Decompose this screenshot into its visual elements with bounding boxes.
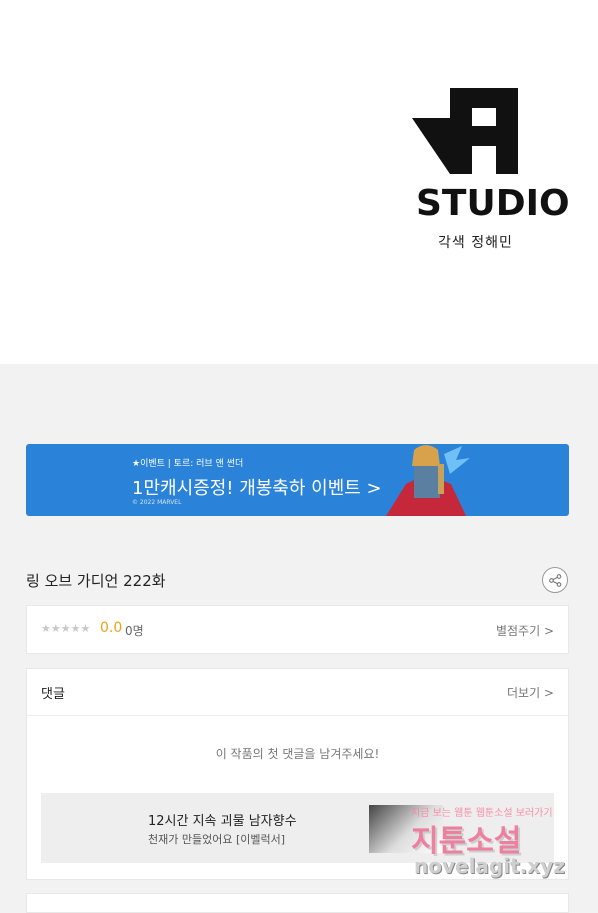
- rate-button[interactable]: 별점주기 >: [496, 622, 554, 639]
- rating-stars[interactable]: ★★★★★: [41, 622, 90, 635]
- banner-headline: 1만캐시증정! 개봉축하 이벤트 >: [132, 478, 382, 499]
- comment-empty-message: 이 작품의 첫 댓글을 남겨주세요!: [215, 747, 380, 761]
- comment-header: 댓글 더보기 >: [27, 669, 568, 716]
- studio-logo-mark: [412, 88, 518, 174]
- share-icon: [548, 573, 561, 587]
- comment-section: 댓글 더보기 > 이 작품의 첫 댓글을 남겨주세요! 12시간 지속 괴물 남…: [26, 668, 569, 880]
- event-banner[interactable]: ★이벤트 | 토르: 러브 앤 썬더 1만캐시증정! 개봉축하 이벤트 > © …: [26, 444, 569, 516]
- promo-subtitle: 천재가 만들었어요 [이벨럭서]: [148, 833, 286, 846]
- next-section: [26, 893, 569, 913]
- studio-wordmark: STUDIO: [416, 183, 570, 224]
- rating-score: 0.0: [100, 620, 123, 636]
- adaptation-credit: 각색 정해민: [438, 235, 513, 251]
- comment-title: 댓글: [41, 687, 65, 702]
- rating-count: 0명: [125, 624, 144, 638]
- studio-logo: STUDIO 각색 정해민: [412, 86, 570, 252]
- banner-copyright: © 2022 MARVEL: [132, 499, 182, 506]
- share-button[interactable]: [542, 567, 568, 593]
- comment-more-link[interactable]: 더보기 >: [507, 684, 554, 701]
- promo-title: 12시간 지속 괴물 남자향수: [148, 814, 297, 829]
- banner-hero-illustration: [386, 445, 470, 516]
- banner-subtitle: ★이벤트 | 토르: 러브 앤 썬더: [132, 459, 244, 469]
- episode-image-area: STUDIO 각색 정해민: [0, 0, 598, 364]
- episode-title: 링 오브 가디언 222화: [26, 572, 166, 590]
- rating-section: ★★★★★ 0.0 0명 별점주기 >: [26, 605, 569, 654]
- ad-promo-banner[interactable]: 12시간 지속 괴물 남자향수 천재가 만들었어요 [이벨럭서]: [41, 793, 554, 863]
- promo-thumbnail: [369, 805, 443, 853]
